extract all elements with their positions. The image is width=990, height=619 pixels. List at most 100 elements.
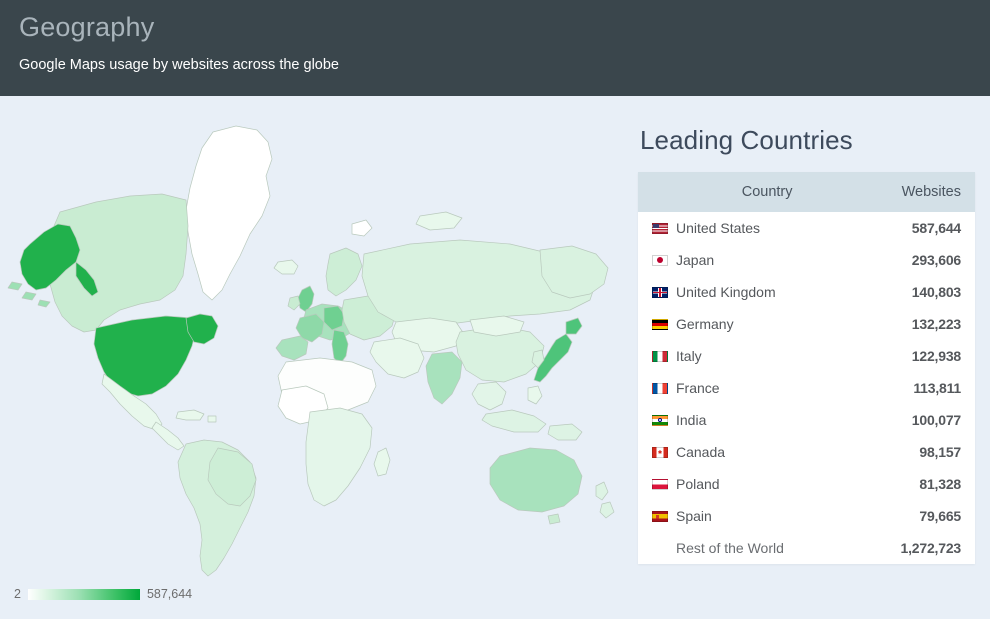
table-row[interactable]: Japan 293,606 <box>638 244 975 276</box>
country-inner: France <box>652 380 793 396</box>
country-tasmania[interactable] <box>547 513 561 525</box>
table-row[interactable]: United Kingdom 140,803 <box>638 276 975 308</box>
world-map[interactable] <box>0 104 625 584</box>
country-inner: Rest of the World <box>652 540 793 556</box>
column-header-country[interactable]: Country <box>638 172 807 212</box>
leading-countries-heading: Leading Countries <box>640 125 853 155</box>
flag-ca-icon <box>652 446 668 458</box>
country-cell: Germany <box>638 308 807 340</box>
country-philippines[interactable] <box>527 385 543 405</box>
country-name: United Kingdom <box>676 284 776 300</box>
country-inner: Germany <box>652 316 793 332</box>
table-body: United States 587,644 Japan 293,606 United K… <box>638 212 975 564</box>
country-name: India <box>676 412 707 428</box>
central-southern-africa[interactable] <box>305 407 373 507</box>
no-flag-placeholder <box>652 543 668 554</box>
middle-east[interactable] <box>369 337 425 379</box>
country-japan-north[interactable] <box>565 317 583 335</box>
flag-jp-icon <box>652 254 668 266</box>
websites-value: 587,644 <box>806 212 975 244</box>
country-name: Japan <box>676 252 715 268</box>
country-ireland[interactable] <box>287 295 301 311</box>
country-name: Rest of the World <box>676 540 784 556</box>
table-row[interactable]: United States 587,644 <box>638 212 975 244</box>
arctic-islands[interactable] <box>415 211 463 231</box>
flag-pl-icon <box>652 478 668 490</box>
table-header: Country Websites <box>638 172 975 212</box>
leading-countries-card: Country Websites United States 587,644 Jap… <box>638 172 975 564</box>
flag-us-icon <box>652 222 668 234</box>
country-inner: Poland <box>652 476 793 492</box>
country-inner: India <box>652 412 793 428</box>
table-row[interactable]: Italy 122,938 <box>638 340 975 372</box>
websites-value: 81,328 <box>806 468 975 500</box>
table-row[interactable]: Spain 79,665 <box>638 500 975 532</box>
svalbard[interactable] <box>351 219 373 237</box>
country-name: France <box>676 380 720 396</box>
country-cell: Japan <box>638 244 807 276</box>
table-row[interactable]: France 113,811 <box>638 372 975 404</box>
table-row[interactable]: India 100,077 <box>638 404 975 436</box>
country-mongolia[interactable] <box>469 315 525 337</box>
country-new-zealand[interactable] <box>595 481 615 519</box>
country-australia[interactable] <box>489 447 583 513</box>
websites-value: 140,803 <box>806 276 975 308</box>
country-inner: Canada <box>652 444 793 460</box>
country-madagascar[interactable] <box>373 447 391 477</box>
leading-countries-table: Country Websites United States 587,644 Jap… <box>638 172 975 564</box>
country-name: Canada <box>676 444 726 460</box>
websites-value: 132,223 <box>806 308 975 340</box>
country-spain[interactable] <box>275 335 309 361</box>
websites-value: 122,938 <box>806 340 975 372</box>
country-greenland[interactable] <box>185 125 273 301</box>
country-name: United States <box>676 220 761 236</box>
world-map-panel[interactable]: 2 587,644 <box>0 96 625 619</box>
flag-es-icon <box>652 510 668 522</box>
table-row[interactable]: Canada 98,157 <box>638 436 975 468</box>
country-name: Spain <box>676 508 712 524</box>
country-name: Germany <box>676 316 734 332</box>
central-america[interactable] <box>151 421 185 451</box>
southeast-asia[interactable] <box>471 381 507 411</box>
flag-it-icon <box>652 350 668 362</box>
country-papua-new-guinea[interactable] <box>547 423 583 441</box>
country-cell: Poland <box>638 468 807 500</box>
country-indonesia[interactable] <box>481 409 547 433</box>
country-india[interactable] <box>425 351 463 405</box>
websites-value: 100,077 <box>806 404 975 436</box>
flag-de-icon <box>652 318 668 330</box>
websites-value: 79,665 <box>806 500 975 532</box>
country-inner: Spain <box>652 508 793 524</box>
country-inner: Japan <box>652 252 793 268</box>
country-cell: Canada <box>638 436 807 468</box>
map-legend: 2 587,644 <box>14 587 192 601</box>
caribbean-islands[interactable] <box>175 409 217 423</box>
country-inner: United States <box>652 220 793 236</box>
country-cell: United Kingdom <box>638 276 807 308</box>
country-inner: Italy <box>652 348 793 364</box>
table-row[interactable]: Rest of the World 1,272,723 <box>638 532 975 564</box>
country-name: Poland <box>676 476 720 492</box>
flag-fr-icon <box>652 382 668 394</box>
country-iceland[interactable] <box>273 259 299 275</box>
websites-value: 293,606 <box>806 244 975 276</box>
websites-value: 1,272,723 <box>806 532 975 564</box>
flag-gb-icon <box>652 286 668 298</box>
scandinavia[interactable] <box>325 247 363 297</box>
country-name: Italy <box>676 348 702 364</box>
table-row[interactable]: Germany 132,223 <box>638 308 975 340</box>
legend-min-label: 2 <box>14 587 21 601</box>
country-cell: India <box>638 404 807 436</box>
table-header-row: Country Websites <box>638 172 975 212</box>
page-header: Geography Google Maps usage by websites … <box>0 0 990 96</box>
column-header-websites[interactable]: Websites <box>806 172 975 212</box>
flag-in-icon <box>652 414 668 426</box>
websites-value: 98,157 <box>806 436 975 468</box>
table-row[interactable]: Poland 81,328 <box>638 468 975 500</box>
legend-max-label: 587,644 <box>146 587 193 601</box>
leading-countries-panel: Leading Countries Country Websites Unite… <box>638 96 975 564</box>
page-subtitle: Google Maps usage by websites across the… <box>19 57 339 73</box>
country-cell: Spain <box>638 500 807 532</box>
country-inner: United Kingdom <box>652 284 793 300</box>
page-body: 2 587,644 Leading Countries Country Webs… <box>0 96 990 619</box>
